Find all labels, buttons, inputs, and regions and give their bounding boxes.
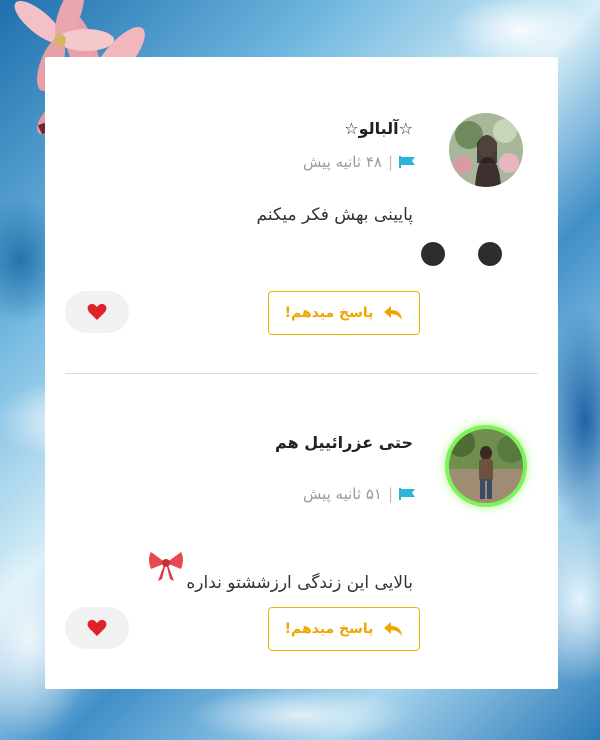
comment-item: حتی عزرائییل هم | ۵۱ ثانیه پیش بالایی ای… xyxy=(45,373,558,689)
ribbon-bow-icon xyxy=(149,552,183,581)
comment-text: بالایی این زندگی ارزششتو نداره xyxy=(186,573,413,593)
comment-item: ☆آلبالو☆ | ۴۸ ثانیه پیش پایینی بهش فکر م… xyxy=(45,57,558,373)
reply-label: پاسخ میدهم! xyxy=(284,305,374,321)
meta-separator: | xyxy=(387,153,393,171)
reply-arrow-icon xyxy=(384,306,403,320)
comment-meta: | ۴۸ ثانیه پیش xyxy=(303,153,415,171)
comment-time: ۴۸ ثانیه پیش xyxy=(302,153,382,171)
comment-author[interactable]: حتی عزرائییل هم xyxy=(275,433,413,452)
comment-author[interactable]: ☆آلبالو☆ xyxy=(344,119,413,138)
avatar[interactable] xyxy=(449,429,523,503)
heart-icon xyxy=(87,619,107,636)
avatar-photo-icon xyxy=(449,429,523,503)
flag-icon[interactable] xyxy=(399,156,415,168)
like-button[interactable] xyxy=(65,291,129,333)
eye-dot-icon xyxy=(421,242,445,266)
comment-time: ۵۱ ثانیه پیش xyxy=(302,485,382,503)
avatar-photo-icon xyxy=(449,113,523,187)
reply-label: پاسخ میدهم! xyxy=(284,621,374,637)
flag-icon[interactable] xyxy=(399,488,415,500)
avatar[interactable] xyxy=(449,113,523,187)
heart-icon xyxy=(87,303,107,320)
eye-dot-icon xyxy=(478,242,502,266)
reply-button[interactable]: پاسخ میدهم! xyxy=(268,607,420,651)
like-button[interactable] xyxy=(65,607,129,649)
meta-separator: | xyxy=(387,485,393,503)
reply-button[interactable]: پاسخ میدهم! xyxy=(268,291,420,335)
comments-card: ☆آلبالو☆ | ۴۸ ثانیه پیش پایینی بهش فکر م… xyxy=(45,57,558,689)
reply-arrow-icon xyxy=(384,622,403,636)
comment-meta: | ۵۱ ثانیه پیش xyxy=(303,485,415,503)
comment-text: پایینی بهش فکر میکنم xyxy=(256,205,414,225)
